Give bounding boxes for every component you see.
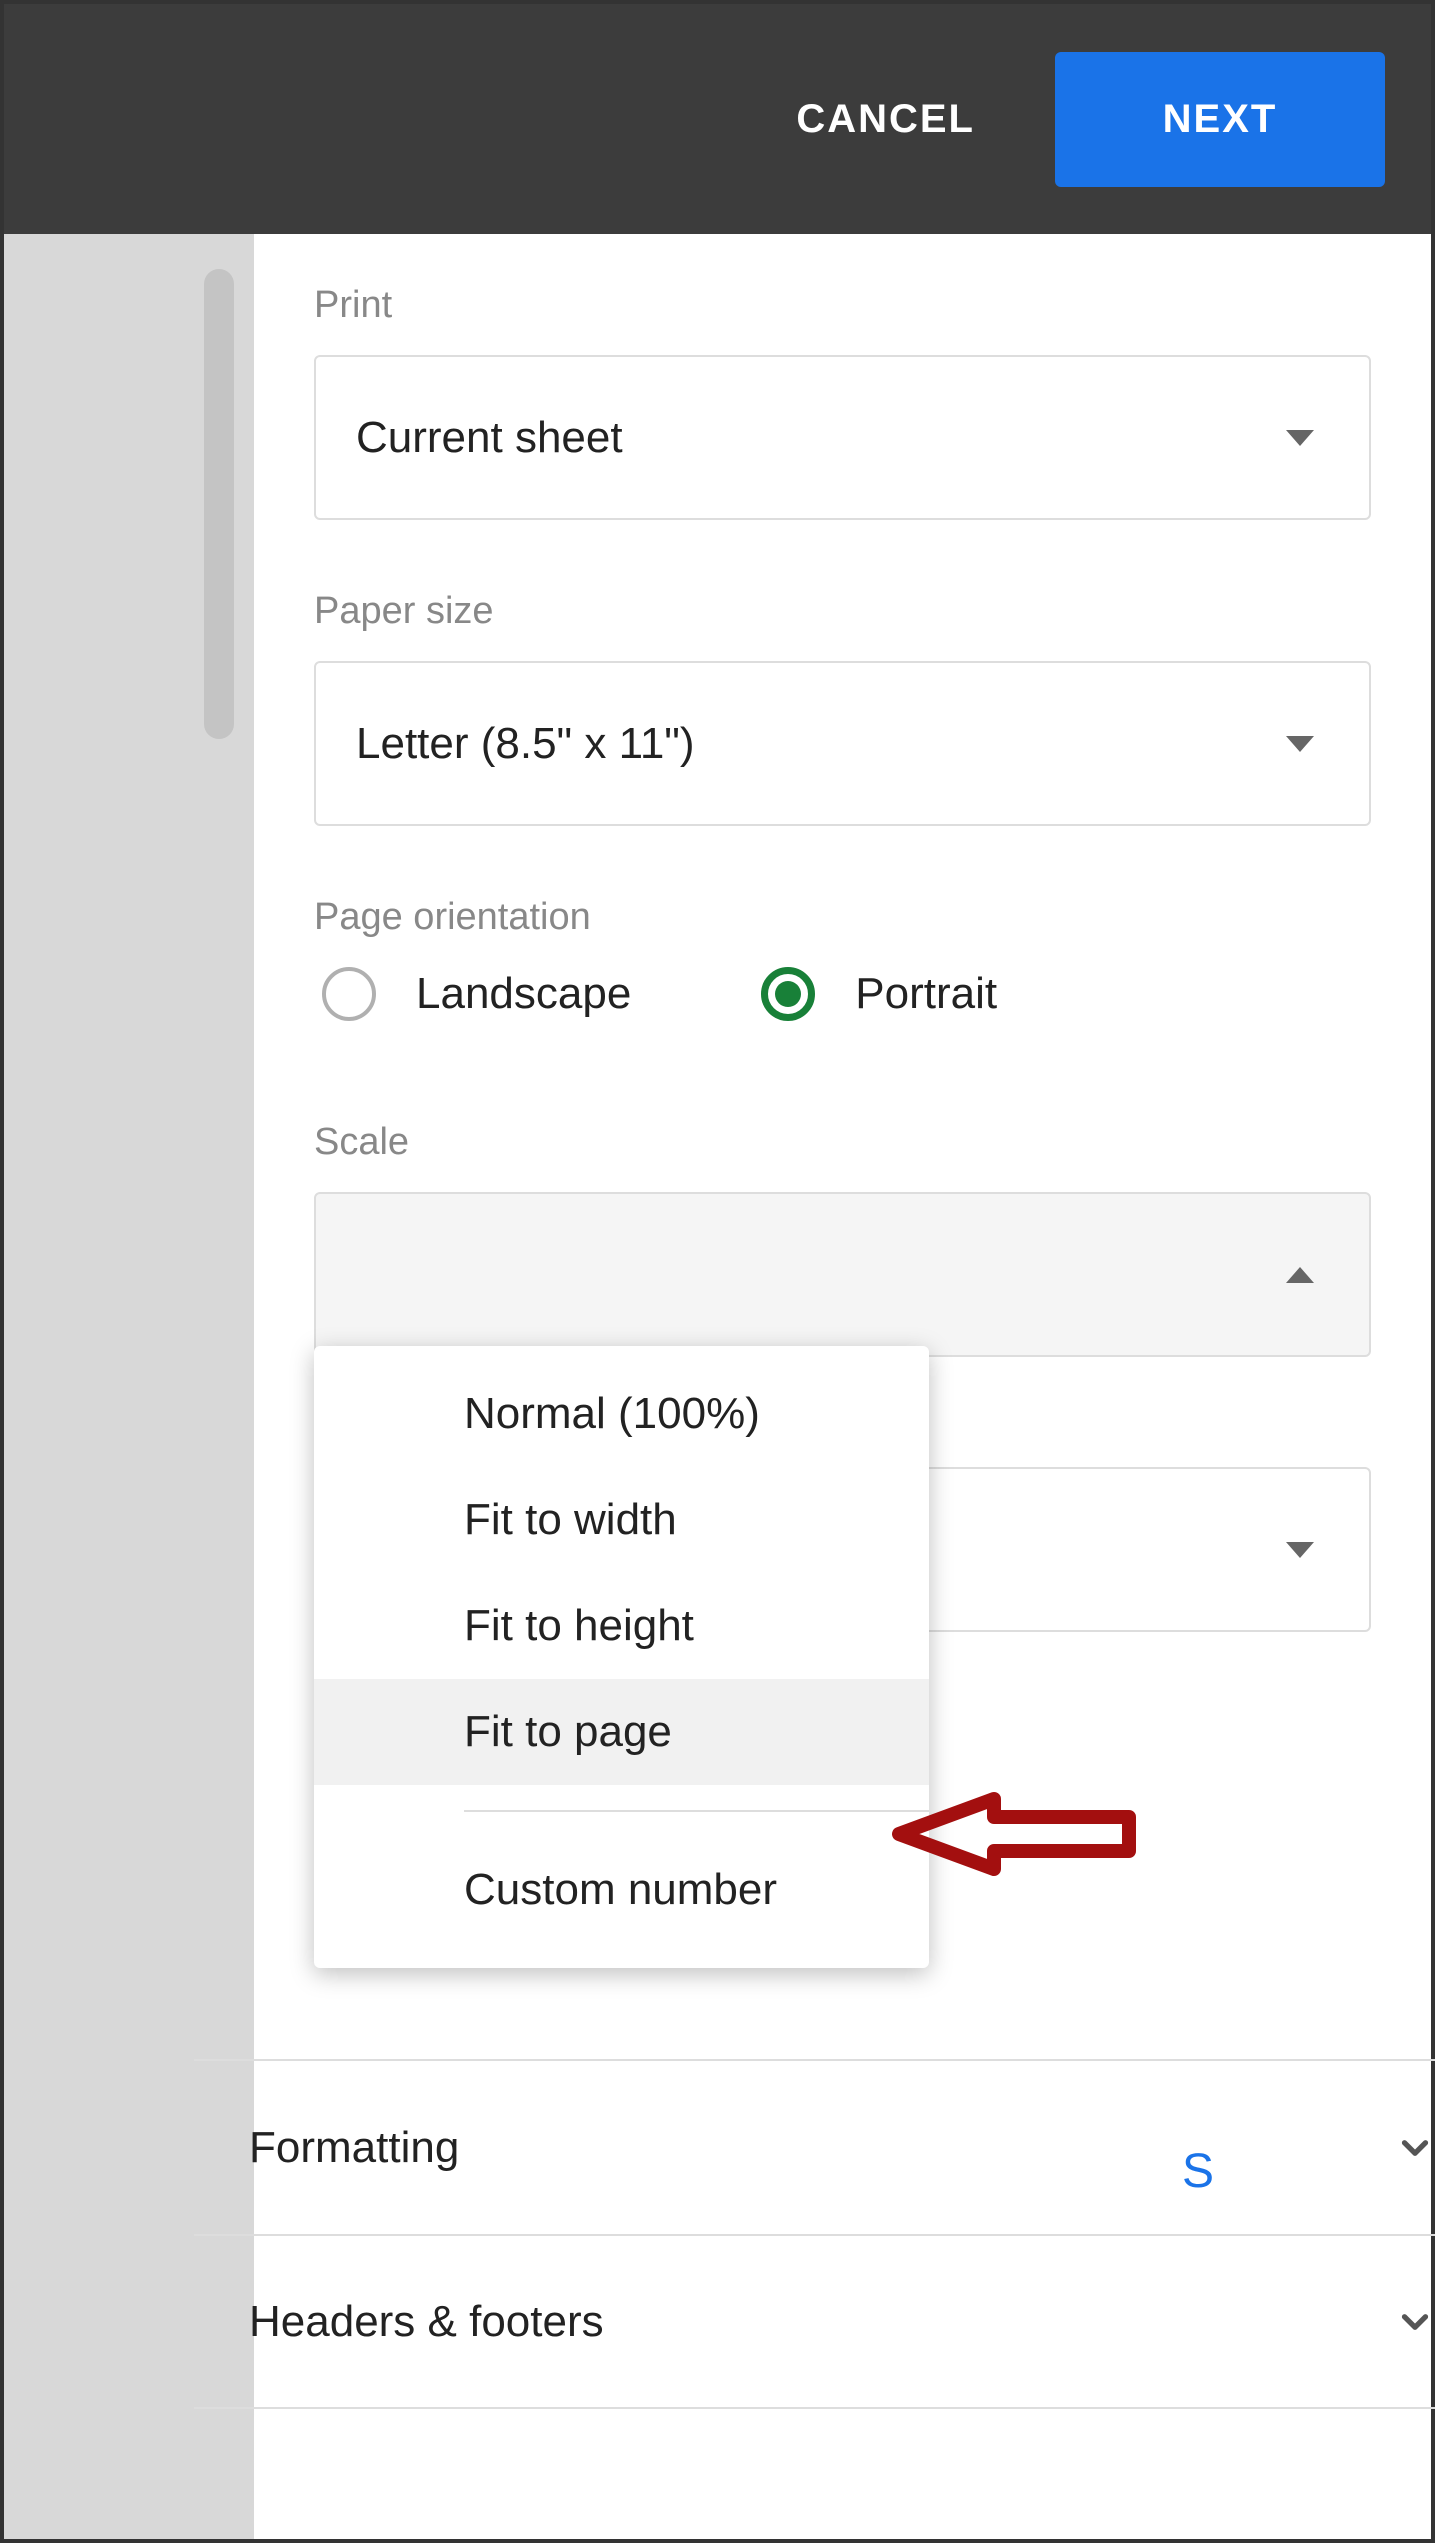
print-range-select[interactable]: Current sheet bbox=[314, 355, 1371, 520]
radio-selected-icon bbox=[761, 967, 815, 1021]
scale-option-custom-number[interactable]: Custom number bbox=[314, 1837, 929, 1943]
formatting-section-toggle[interactable]: Formatting bbox=[194, 2059, 1435, 2234]
dialog-topbar: CANCEL NEXT bbox=[4, 4, 1431, 234]
paper-size-label: Paper size bbox=[314, 590, 1371, 633]
scale-option-fit-width[interactable]: Fit to width bbox=[314, 1467, 929, 1573]
scale-label: Scale bbox=[314, 1121, 1371, 1164]
scale-dropdown-menu: Normal (100%) Fit to width Fit to height… bbox=[314, 1346, 929, 1968]
headers-footers-label: Headers & footers bbox=[249, 2297, 604, 2347]
caret-up-icon bbox=[1286, 1267, 1314, 1283]
next-button[interactable]: NEXT bbox=[1055, 52, 1385, 187]
formatting-label: Formatting bbox=[249, 2123, 459, 2173]
scrollbar-thumb[interactable] bbox=[204, 269, 234, 739]
print-settings-dialog: CANCEL NEXT Print Current sheet Paper si… bbox=[0, 0, 1435, 2543]
scale-option-fit-height[interactable]: Fit to height bbox=[314, 1573, 929, 1679]
headers-footers-section-toggle[interactable]: Headers & footers bbox=[194, 2234, 1435, 2409]
cancel-button[interactable]: CANCEL bbox=[746, 52, 1025, 187]
orientation-portrait-radio[interactable]: Portrait bbox=[761, 967, 997, 1021]
orientation-portrait-label: Portrait bbox=[855, 969, 997, 1019]
orientation-landscape-label: Landscape bbox=[416, 969, 631, 1019]
paper-size-select[interactable]: Letter (8.5" x 11") bbox=[314, 661, 1371, 826]
caret-down-icon bbox=[1286, 430, 1314, 446]
chevron-down-icon bbox=[1394, 2301, 1435, 2343]
page-orientation-label: Page orientation bbox=[314, 896, 1371, 939]
scale-option-normal[interactable]: Normal (100%) bbox=[314, 1361, 929, 1467]
chevron-down-icon bbox=[1394, 2127, 1435, 2169]
radio-dot-icon bbox=[775, 981, 801, 1007]
print-range-value: Current sheet bbox=[356, 413, 623, 463]
scale-option-fit-page[interactable]: Fit to page bbox=[314, 1679, 929, 1785]
print-label: Print bbox=[314, 284, 1371, 327]
scale-select[interactable] bbox=[314, 1192, 1371, 1357]
caret-down-icon bbox=[1286, 1542, 1314, 1558]
orientation-landscape-radio[interactable]: Landscape bbox=[322, 967, 631, 1021]
caret-down-icon bbox=[1286, 736, 1314, 752]
orientation-radio-group: Landscape Portrait bbox=[314, 967, 1371, 1021]
dropdown-divider bbox=[464, 1810, 929, 1812]
custom-page-breaks-link-partial[interactable]: S bbox=[1182, 2145, 1216, 2198]
radio-unselected-icon bbox=[322, 967, 376, 1021]
paper-size-value: Letter (8.5" x 11") bbox=[356, 719, 695, 769]
